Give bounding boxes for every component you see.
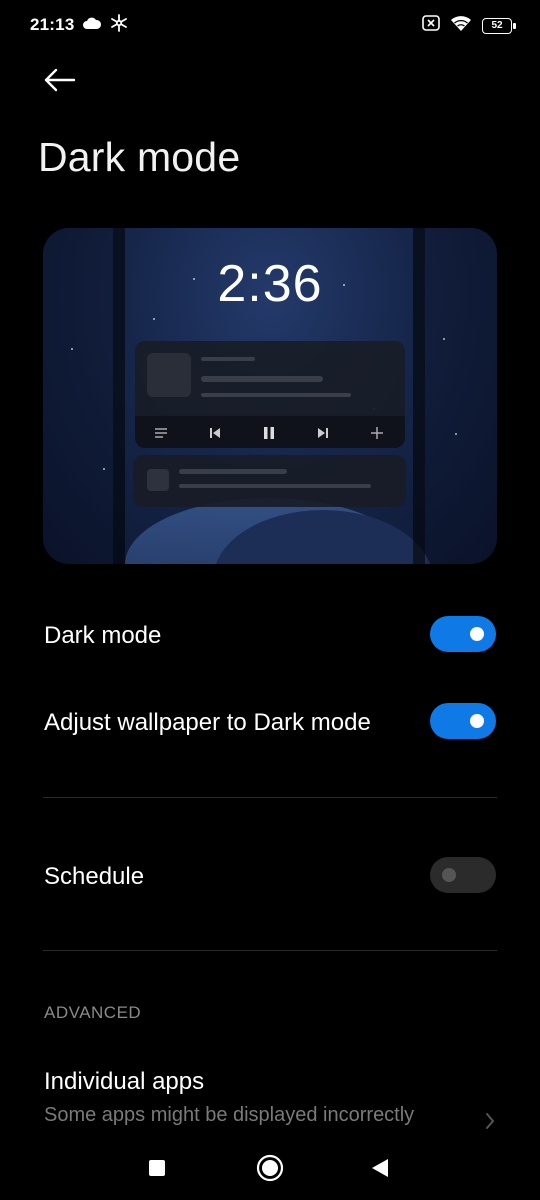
page-title: Dark mode: [38, 134, 241, 180]
recents-square-icon: [148, 1159, 166, 1182]
home-button[interactable]: [248, 1148, 292, 1192]
adjust-wallpaper-row[interactable]: Adjust wallpaper to Dark mode: [0, 701, 540, 745]
back-button[interactable]: [38, 62, 82, 102]
battery-level: 52: [491, 20, 503, 31]
schedule-row[interactable]: Schedule: [0, 855, 540, 899]
dark-mode-preview: 2:36: [43, 228, 497, 564]
navigation-bar: [0, 1140, 540, 1200]
dark-mode-label: Dark mode: [44, 622, 162, 649]
home-circle-icon: [256, 1154, 284, 1187]
back-nav-button[interactable]: [358, 1148, 402, 1192]
divider: [43, 797, 497, 798]
status-bar: 21:13 52: [0, 0, 540, 52]
preview-media-notification: [135, 341, 405, 448]
chevron-right-icon[interactable]: [480, 1108, 500, 1134]
schedule-label: Schedule: [44, 863, 145, 890]
skip-previous-icon: [205, 423, 225, 443]
skip-next-icon: [313, 423, 333, 443]
adjust-wallpaper-label: Adjust wallpaper to Dark mode: [44, 709, 371, 736]
advanced-section-header: ADVANCED: [44, 1003, 142, 1022]
battery-icon: 52: [482, 17, 516, 34]
status-time: 21:13: [30, 15, 75, 34]
recents-button[interactable]: [135, 1148, 179, 1192]
back-triangle-icon: [371, 1158, 389, 1183]
adjust-wallpaper-toggle[interactable]: [430, 703, 496, 739]
preview-clock: 2:36: [217, 255, 323, 313]
no-sim-icon: [422, 15, 440, 36]
pause-icon: [259, 423, 279, 443]
preview-notification: [133, 455, 406, 507]
plus-icon: [367, 423, 387, 443]
dark-mode-toggle[interactable]: [430, 616, 496, 652]
wifi-icon: [450, 15, 472, 36]
arrow-left-icon: [43, 68, 77, 97]
snowflake-icon: [110, 14, 128, 37]
individual-apps-label: Individual apps: [44, 1068, 205, 1095]
divider: [43, 950, 497, 951]
cloud-icon: [82, 16, 102, 35]
individual-apps-subtitle: Some apps might be displayed incorrectly: [44, 1104, 415, 1126]
playlist-icon: [151, 423, 171, 443]
schedule-toggle[interactable]: [430, 857, 496, 893]
dark-mode-row[interactable]: Dark mode: [0, 614, 540, 658]
